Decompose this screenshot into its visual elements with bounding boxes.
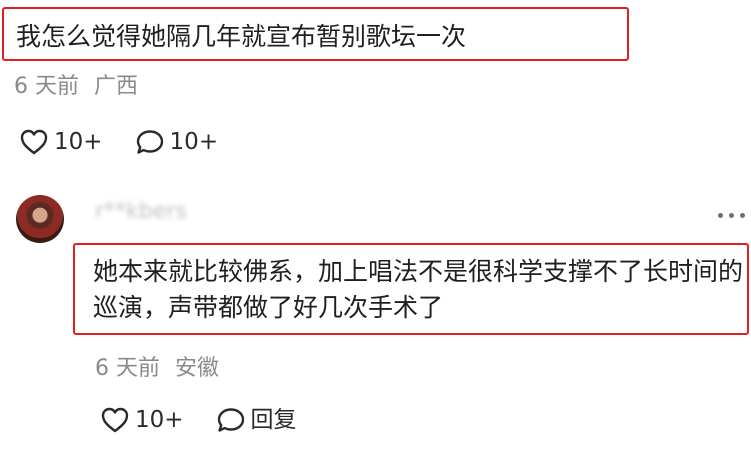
- speech-bubble-icon: [216, 406, 246, 434]
- comment-2-reply-button[interactable]: 回复: [216, 405, 297, 435]
- comment-1-actions: 10+ 10+: [19, 127, 218, 157]
- comment-2-actions: 10+ 回复: [100, 405, 297, 435]
- comment-1-time: 6 天前: [14, 74, 79, 99]
- comment-2-reply-label: 回复: [250, 407, 297, 433]
- speech-bubble-icon: [135, 128, 165, 156]
- comment-1-like-button[interactable]: 10+: [19, 127, 103, 157]
- heart-outline-icon: [100, 406, 130, 434]
- comment-2-location: 安徽: [175, 356, 220, 381]
- more-dots-icon[interactable]: [718, 202, 751, 228]
- comment-1-text: 我怎么觉得她隔几年就宣布暂别歌坛一次: [16, 22, 467, 51]
- comment-1-highlight-box: 我怎么觉得她隔几年就宣布暂别歌坛一次: [2, 7, 629, 61]
- comment-1-reply-button[interactable]: 10+: [135, 127, 219, 157]
- avatar[interactable]: [16, 195, 64, 243]
- comment-2-like-count: 10+: [135, 407, 184, 433]
- heart-outline-icon: [19, 128, 49, 156]
- comment-2-text: 她本来就比较佛系，加上唱法不是很科学支撑不了长时间的巡演，声带都做了好几次手术了: [93, 257, 744, 322]
- comment-1-location: 广西: [94, 74, 139, 99]
- comment-1-like-count: 10+: [54, 129, 103, 155]
- comment-2-meta: 6 天前 安徽: [95, 355, 219, 383]
- comment-2-like-button[interactable]: 10+: [100, 405, 184, 435]
- comment-1-reply-count: 10+: [169, 129, 219, 155]
- comment-2-username[interactable]: r**kbers: [95, 198, 187, 226]
- comment-2-highlight-box: 她本来就比较佛系，加上唱法不是很科学支撑不了长时间的巡演，声带都做了好几次手术了: [73, 243, 749, 335]
- comment-1-meta: 6 天前 广西: [14, 73, 138, 101]
- comment-2-time: 6 天前: [95, 356, 160, 381]
